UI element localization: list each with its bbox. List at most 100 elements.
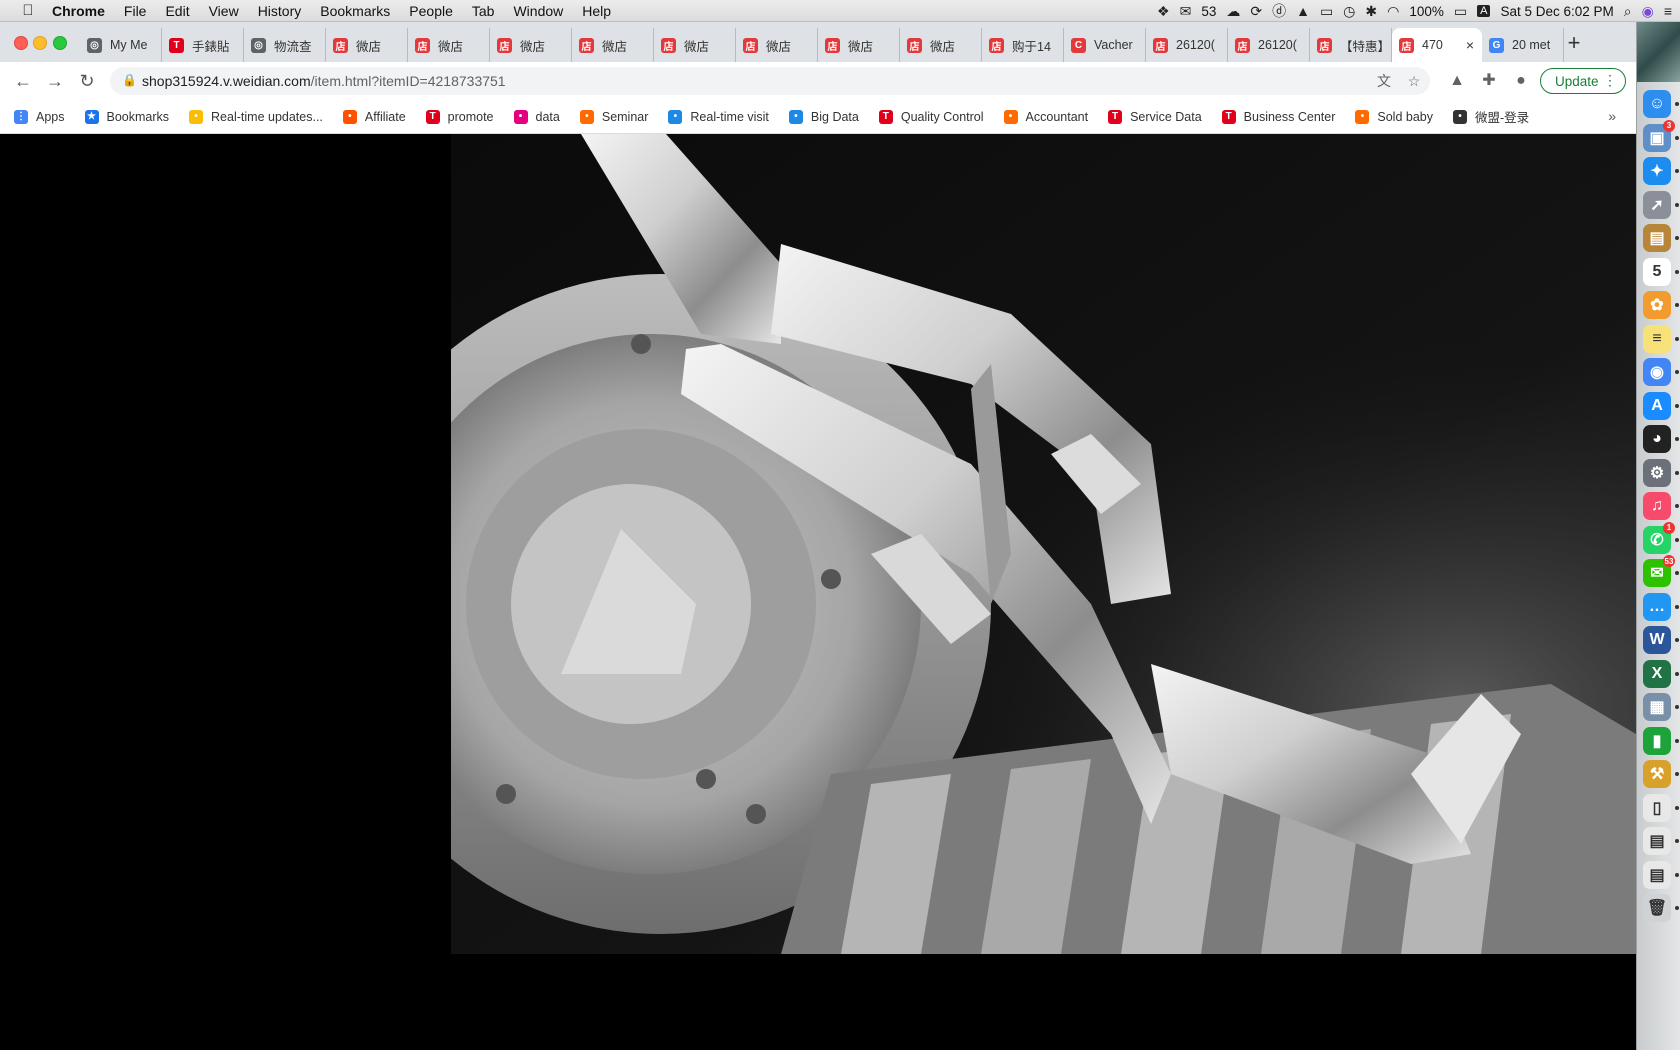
- drive-icon[interactable]: ▲: [1296, 3, 1310, 19]
- window-close-button[interactable]: [14, 36, 28, 50]
- bookmark-item[interactable]: • Seminar: [579, 109, 648, 124]
- menu-edit[interactable]: Edit: [165, 3, 189, 19]
- bookmark-item[interactable]: • Affiliate: [342, 109, 406, 124]
- browser-tab[interactable]: 店 26120(: [1146, 28, 1228, 62]
- lock-icon[interactable]: 🔒: [122, 73, 137, 87]
- siri-icon[interactable]: ◉: [1642, 3, 1654, 20]
- menu-file[interactable]: File: [124, 3, 147, 19]
- browser-tab[interactable]: 店微店: [572, 28, 654, 62]
- browser-tab[interactable]: T 手錶貼: [162, 28, 244, 62]
- chrome-icon[interactable]: ◉: [1643, 358, 1671, 386]
- cloud-upload-icon[interactable]: ☁: [1226, 3, 1240, 20]
- extensions-puzzle-icon[interactable]: ✚: [1478, 70, 1500, 92]
- bookmark-star-icon[interactable]: ☆: [1404, 71, 1424, 91]
- browser-tab[interactable]: 店微店: [654, 28, 736, 62]
- spreadsheet-doc-icon-2[interactable]: ▤: [1643, 860, 1671, 889]
- safari-icon[interactable]: ✦: [1643, 157, 1671, 185]
- bookmark-item[interactable]: • 微盟-登录: [1452, 107, 1529, 126]
- utility-icon[interactable]: ⚒: [1643, 760, 1671, 788]
- document-icon[interactable]: ▯: [1643, 793, 1671, 822]
- browser-tab[interactable]: 店 26120(: [1228, 28, 1310, 62]
- menu-help[interactable]: Help: [582, 3, 611, 19]
- browser-tab[interactable]: ◎ My Me: [80, 28, 162, 62]
- browser-tab[interactable]: 店微店: [326, 28, 408, 62]
- qq-icon[interactable]: ◕: [1643, 425, 1671, 453]
- browser-tab-active[interactable]: 店 470 ×: [1392, 28, 1482, 62]
- bookmark-item[interactable]: • Sold baby: [1355, 109, 1433, 124]
- wifi-icon[interactable]: ◠: [1387, 3, 1399, 20]
- finder-icon[interactable]: ☺: [1643, 90, 1671, 118]
- bookmark-item[interactable]: • Real-time visit: [668, 109, 769, 124]
- image-capture-icon[interactable]: ▦: [1643, 693, 1671, 721]
- circle-d-icon[interactable]: ⓓ: [1272, 1, 1286, 21]
- back-button[interactable]: ←: [12, 70, 34, 92]
- forward-button[interactable]: →: [44, 70, 66, 92]
- profile-avatar-icon[interactable]: ●: [1510, 70, 1532, 92]
- numbers-icon[interactable]: ▮: [1643, 726, 1671, 755]
- trash-icon[interactable]: 🗑: [1643, 894, 1671, 922]
- photos-icon[interactable]: ✿: [1643, 291, 1671, 319]
- browser-tab[interactable]: 店购于14: [982, 28, 1064, 62]
- browser-tab[interactable]: 店微店: [408, 28, 490, 62]
- bookmark-item[interactable]: ★ Bookmarks: [84, 109, 169, 124]
- bookmark-item[interactable]: • data: [513, 109, 560, 124]
- notification-center-icon[interactable]: ≡: [1664, 3, 1672, 19]
- tab-close-icon[interactable]: ×: [1466, 37, 1474, 53]
- window-minimize-button[interactable]: [33, 36, 47, 50]
- address-bar[interactable]: 🔒 shop315924.v.weidian.com/item.html?ite…: [110, 67, 1430, 95]
- bookmark-item[interactable]: ⋮ Apps: [14, 109, 65, 124]
- word-icon[interactable]: W: [1643, 626, 1671, 654]
- menu-history[interactable]: History: [258, 3, 302, 19]
- bookmark-item[interactable]: • Accountant: [1003, 109, 1088, 124]
- browser-tab[interactable]: G 20 met: [1482, 28, 1564, 62]
- browser-tab[interactable]: C Vacher: [1064, 28, 1146, 62]
- clock[interactable]: Sat 5 Dec 6:02 PM: [1500, 4, 1613, 19]
- update-button[interactable]: Update ⋮: [1540, 68, 1626, 94]
- bookmark-item[interactable]: T Service Data: [1108, 109, 1202, 124]
- window-zoom-button[interactable]: [53, 36, 67, 50]
- input-source-icon[interactable]: A: [1477, 5, 1491, 17]
- whatsapp-icon[interactable]: ✆ 1: [1643, 521, 1675, 554]
- menu-bookmarks[interactable]: Bookmarks: [320, 3, 390, 19]
- dropbox-icon[interactable]: ❖: [1157, 3, 1170, 20]
- sync-icon[interactable]: ⟳: [1250, 3, 1262, 20]
- browser-tab[interactable]: 店【特惠】: [1310, 28, 1392, 62]
- notes-icon[interactable]: ≡: [1643, 324, 1671, 353]
- apple-menu-icon[interactable]: : [18, 2, 38, 19]
- music-icon[interactable]: ♫: [1643, 492, 1671, 520]
- browser-tab[interactable]: 店微店: [900, 28, 982, 62]
- calendar-icon[interactable]: 5: [1643, 257, 1671, 286]
- chrome-menu-icon[interactable]: ⋮: [1603, 72, 1617, 89]
- browser-tab[interactable]: ◎ 物流查: [244, 28, 326, 62]
- bookmark-item[interactable]: • Big Data: [788, 109, 859, 124]
- menu-window[interactable]: Window: [513, 3, 563, 19]
- browser-tab[interactable]: 店微店: [736, 28, 818, 62]
- bluetooth-icon[interactable]: ✱: [1365, 3, 1377, 20]
- reload-button[interactable]: ↻: [76, 70, 98, 92]
- airplay-icon[interactable]: ▭: [1320, 3, 1333, 20]
- bookmarks-overflow-icon[interactable]: »: [1608, 108, 1616, 124]
- messages-icon[interactable]: …: [1643, 592, 1671, 621]
- url-text[interactable]: shop315924.v.weidian.com/item.html?itemI…: [142, 73, 506, 89]
- browser-tab[interactable]: 店微店: [818, 28, 900, 62]
- spreadsheet-doc-icon[interactable]: ▤: [1643, 827, 1671, 855]
- spotlight-search-icon[interactable]: ⌕: [1624, 3, 1632, 20]
- drive-extension-icon[interactable]: ▲: [1446, 70, 1468, 92]
- time-machine-icon[interactable]: ◷: [1343, 3, 1355, 20]
- preview-icon[interactable]: ▣ 3: [1643, 119, 1675, 152]
- bookmark-item[interactable]: • Real-time updates...: [189, 109, 323, 124]
- battery-icon[interactable]: ▭: [1454, 3, 1467, 20]
- wechat-icon[interactable]: ✉ 53: [1643, 555, 1675, 587]
- wechat-status-icon[interactable]: ✉: [1180, 3, 1192, 20]
- menu-people[interactable]: People: [409, 3, 453, 19]
- app-store-icon[interactable]: A: [1643, 391, 1671, 420]
- browser-tab[interactable]: 店微店: [490, 28, 572, 62]
- notes-book-icon[interactable]: ▤: [1643, 224, 1671, 252]
- translate-icon[interactable]: 文: [1374, 71, 1394, 91]
- menu-app-name[interactable]: Chrome: [52, 3, 105, 19]
- bookmark-item[interactable]: T Business Center: [1221, 109, 1335, 124]
- menu-tab[interactable]: Tab: [472, 3, 495, 19]
- excel-icon[interactable]: X: [1643, 659, 1671, 688]
- new-tab-button[interactable]: +: [1562, 30, 1586, 56]
- menu-view[interactable]: View: [209, 3, 239, 19]
